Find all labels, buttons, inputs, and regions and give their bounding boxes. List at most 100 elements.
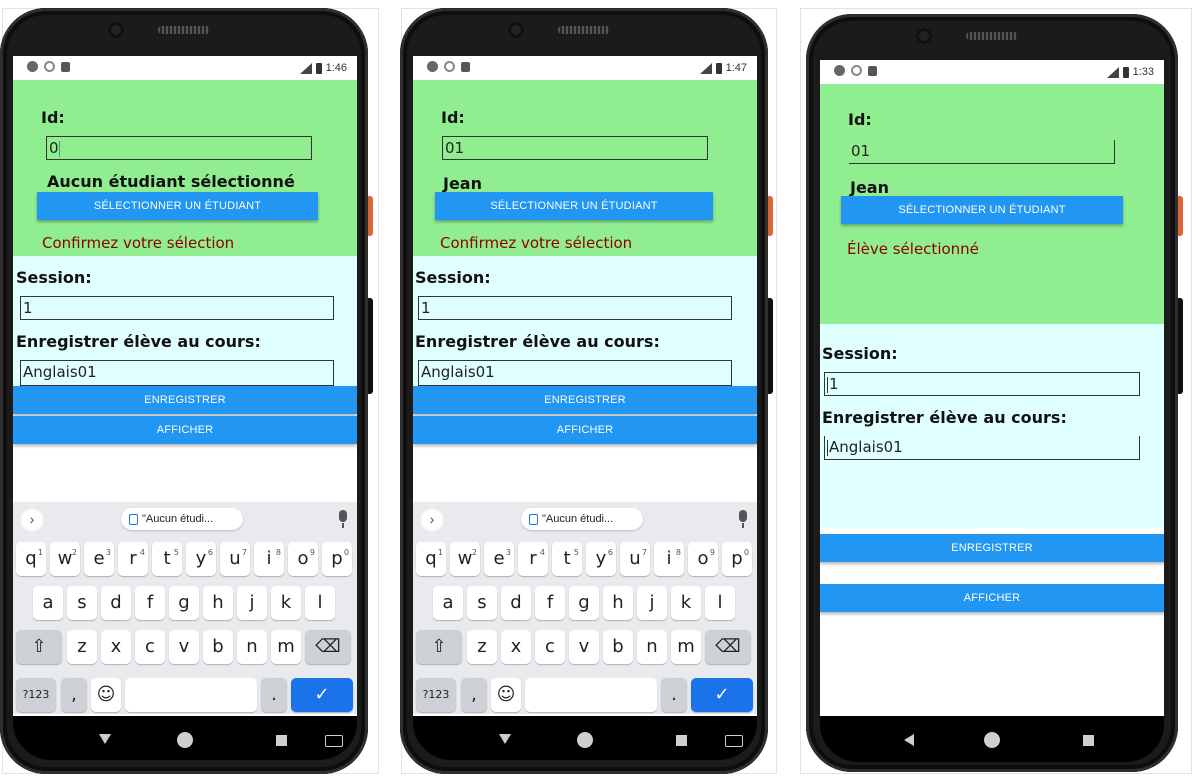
symbols-key[interactable]: ?123 [16, 678, 56, 712]
key-c[interactable]: c [135, 630, 165, 664]
key-l[interactable]: l [705, 586, 735, 620]
select-student-button[interactable]: SÉLECTIONNER UN ÉTUDIANT [435, 192, 713, 220]
recents-icon[interactable] [276, 735, 287, 746]
key-x[interactable]: x [501, 630, 531, 664]
key-g[interactable]: g [569, 586, 599, 620]
key-b[interactable]: b [603, 630, 633, 664]
key-e[interactable]: e3 [84, 542, 114, 576]
key-m[interactable]: m [671, 630, 701, 664]
key-e[interactable]: e3 [484, 542, 514, 576]
key-j[interactable]: j [237, 586, 267, 620]
key-g[interactable]: g [169, 586, 199, 620]
recents-icon[interactable] [676, 735, 687, 746]
back-icon[interactable] [904, 734, 914, 746]
period-key[interactable]: . [661, 678, 687, 712]
comma-key[interactable]: , [61, 678, 87, 712]
key-u[interactable]: u7 [620, 542, 650, 576]
save-button[interactable]: ENREGISTRER [413, 386, 757, 414]
home-icon[interactable] [177, 732, 193, 748]
key-j[interactable]: j [637, 586, 667, 620]
key-o[interactable]: o9 [688, 542, 718, 576]
clipboard-suggestion[interactable]: "Aucun étudi... [121, 508, 243, 530]
key-v[interactable]: v [569, 630, 599, 664]
key-c[interactable]: c [535, 630, 565, 664]
key-p[interactable]: p0 [722, 542, 752, 576]
enter-check-icon[interactable]: ✓ [291, 678, 353, 712]
key-n[interactable]: n [637, 630, 667, 664]
key-h[interactable]: h [603, 586, 633, 620]
home-icon[interactable] [984, 732, 1000, 748]
key-r[interactable]: r4 [118, 542, 148, 576]
key-s[interactable]: s [467, 586, 497, 620]
back-icon[interactable] [499, 734, 511, 744]
home-icon[interactable] [577, 732, 593, 748]
key-p[interactable]: p0 [322, 542, 352, 576]
key-b[interactable]: b [203, 630, 233, 664]
shift-key[interactable]: ⇧ [16, 630, 62, 664]
id-input[interactable]: 0 [46, 136, 312, 160]
period-key[interactable]: . [261, 678, 287, 712]
key-v[interactable]: v [169, 630, 199, 664]
session-input[interactable]: 1 [418, 296, 732, 320]
id-input[interactable]: 01 [849, 140, 1115, 164]
clipboard-suggestion[interactable]: "Aucun étudi... [521, 508, 643, 530]
key-a[interactable]: a [433, 586, 463, 620]
key-q[interactable]: q1 [16, 542, 46, 576]
select-student-button[interactable]: SÉLECTIONNER UN ÉTUDIANT [37, 192, 318, 220]
key-k[interactable]: k [271, 586, 301, 620]
key-f[interactable]: f [535, 586, 565, 620]
keyboard-switch-icon[interactable] [725, 735, 743, 747]
key-r[interactable]: r4 [518, 542, 548, 576]
back-icon[interactable] [99, 734, 111, 744]
show-button[interactable]: AFFICHER [820, 584, 1164, 612]
save-button[interactable]: ENREGISTRER [13, 386, 357, 414]
id-input[interactable]: 01 [442, 136, 708, 160]
session-input[interactable]: 1 [20, 296, 334, 320]
key-q[interactable]: q1 [416, 542, 446, 576]
symbols-key[interactable]: ?123 [416, 678, 456, 712]
key-t[interactable]: t5 [552, 542, 582, 576]
select-student-button[interactable]: SÉLECTIONNER UN ÉTUDIANT [841, 196, 1123, 224]
keyboard-switch-icon[interactable] [325, 735, 343, 747]
key-h[interactable]: h [203, 586, 233, 620]
key-d[interactable]: d [101, 586, 131, 620]
emoji-icon[interactable]: ☺ [91, 678, 121, 712]
emoji-icon[interactable]: ☺ [491, 678, 521, 712]
comma-key[interactable]: , [461, 678, 487, 712]
key-w[interactable]: w2 [50, 542, 80, 576]
show-button[interactable]: AFFICHER [413, 416, 757, 444]
key-z[interactable]: z [67, 630, 97, 664]
key-y[interactable]: y6 [186, 542, 216, 576]
space-key[interactable] [525, 678, 657, 712]
space-key[interactable] [125, 678, 257, 712]
key-z[interactable]: z [467, 630, 497, 664]
course-input[interactable]: Anglais01 [418, 360, 732, 386]
enter-check-icon[interactable]: ✓ [691, 678, 753, 712]
key-y[interactable]: y6 [586, 542, 616, 576]
backspace-key[interactable]: ⌫ [705, 630, 751, 664]
key-x[interactable]: x [101, 630, 131, 664]
key-l[interactable]: l [305, 586, 335, 620]
save-button[interactable]: ENREGISTRER [820, 534, 1164, 562]
course-input[interactable]: Anglais01 [824, 436, 1140, 460]
key-a[interactable]: a [33, 586, 63, 620]
key-d[interactable]: d [501, 586, 531, 620]
key-n[interactable]: n [237, 630, 267, 664]
microphone-icon[interactable] [339, 510, 347, 528]
key-m[interactable]: m [271, 630, 301, 664]
key-i[interactable]: i8 [254, 542, 284, 576]
backspace-key[interactable]: ⌫ [305, 630, 351, 664]
key-w[interactable]: w2 [450, 542, 480, 576]
key-f[interactable]: f [135, 586, 165, 620]
key-o[interactable]: o9 [288, 542, 318, 576]
recents-icon[interactable] [1083, 735, 1094, 746]
key-s[interactable]: s [67, 586, 97, 620]
key-u[interactable]: u7 [220, 542, 250, 576]
chevron-right-icon[interactable]: › [21, 509, 43, 531]
session-input[interactable]: 1 [824, 372, 1140, 396]
chevron-right-icon[interactable]: › [421, 509, 443, 531]
key-i[interactable]: i8 [654, 542, 684, 576]
course-input[interactable]: Anglais01 [20, 360, 334, 386]
key-k[interactable]: k [671, 586, 701, 620]
key-t[interactable]: t5 [152, 542, 182, 576]
